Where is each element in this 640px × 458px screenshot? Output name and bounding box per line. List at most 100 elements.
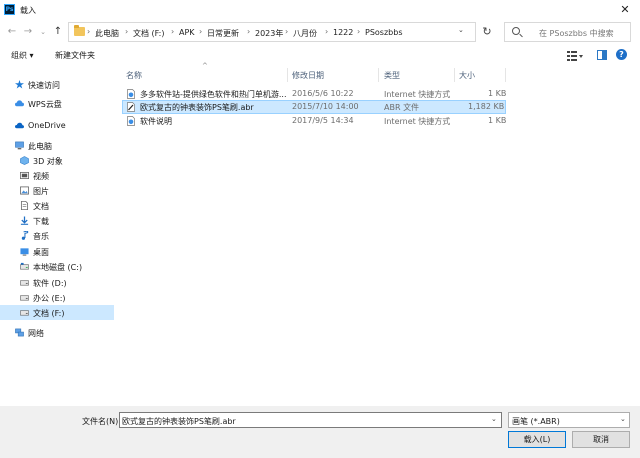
document-icon xyxy=(20,201,29,210)
cancel-button[interactable]: 取消 xyxy=(572,431,630,448)
breadcrumb-item[interactable]: 日常更新 xyxy=(207,28,239,39)
sidebar-item-3d-objects[interactable]: 3D 对象 xyxy=(0,153,114,168)
chevron-down-icon[interactable]: ⌄ xyxy=(620,415,626,423)
video-icon xyxy=(20,171,29,180)
refresh-button[interactable]: ↻ xyxy=(478,22,496,42)
change-view-button[interactable] xyxy=(567,50,583,61)
file-type: Internet 快捷方式 xyxy=(384,117,451,126)
breadcrumb-separator: › xyxy=(125,27,129,36)
sidebar-item-network[interactable]: 网络 xyxy=(0,325,114,340)
sidebar-item-label: OneDrive xyxy=(28,121,66,130)
breadcrumb-separator: › xyxy=(247,27,251,36)
file-row[interactable]: 软件说明 2017/9/5 14:34 Internet 快捷方式 1 KB xyxy=(122,114,506,128)
file-row-selected[interactable]: 欧式复古的钟表装饰PS笔刷.abr 2015/7/10 14:00 ABR 文件… xyxy=(122,100,506,114)
breadcrumb-item[interactable]: 1222 xyxy=(333,28,353,37)
sidebar-item-documents[interactable]: 文档 xyxy=(0,198,114,213)
window-title: 载入 xyxy=(20,6,36,15)
desktop-icon xyxy=(20,248,29,256)
photoshop-icon: Ps xyxy=(4,4,15,15)
drive-icon xyxy=(20,262,29,270)
filename-field[interactable]: 欧式复古的钟表装饰PS笔刷.abr xyxy=(119,412,502,428)
new-folder-button[interactable]: 新建文件夹 xyxy=(55,50,95,61)
sidebar-item-label: 文档 (F:) xyxy=(33,309,65,318)
close-button[interactable]: ✕ xyxy=(617,3,633,17)
column-divider[interactable] xyxy=(505,68,506,82)
forward-button[interactable]: → xyxy=(22,25,34,39)
file-name: 多多软件站-提供绿色软件和热门单机游... xyxy=(140,90,287,99)
sidebar-item-onedrive[interactable]: OneDrive xyxy=(0,118,114,133)
folder-icon xyxy=(74,25,85,36)
sidebar-item-this-pc[interactable]: 此电脑 xyxy=(0,138,114,153)
breadcrumb-item[interactable]: 2023年 xyxy=(255,28,283,39)
column-header-type[interactable]: 类型 xyxy=(384,70,400,81)
abr-file-icon xyxy=(127,102,135,112)
sidebar-item-desktop[interactable]: 桌面 xyxy=(0,244,114,259)
breadcrumb-item[interactable]: 此电脑 xyxy=(95,28,119,39)
file-size: 1,182 KB xyxy=(468,102,505,111)
onedrive-icon xyxy=(15,122,24,129)
address-dropdown-chevron-icon[interactable]: ⌄ xyxy=(458,26,464,34)
search-icon xyxy=(512,27,520,35)
sidebar-item-drive-d[interactable]: 软件 (D:) xyxy=(0,275,114,290)
organize-button[interactable]: 组织 ▾ xyxy=(11,50,34,61)
back-button[interactable]: ← xyxy=(6,25,18,39)
drive-icon xyxy=(20,310,29,316)
file-name: 欧式复古的钟表装饰PS笔刷.abr xyxy=(140,103,254,112)
load-button[interactable]: 载入(L) xyxy=(508,431,566,448)
column-divider[interactable] xyxy=(454,68,455,82)
sidebar-item-label: 3D 对象 xyxy=(33,157,63,166)
column-divider[interactable] xyxy=(378,68,379,82)
picture-icon xyxy=(20,186,29,195)
network-icon xyxy=(15,328,24,337)
breadcrumb-separator: › xyxy=(325,27,329,36)
sidebar-item-videos[interactable]: 视频 xyxy=(0,168,114,183)
computer-icon xyxy=(15,141,24,150)
file-type: ABR 文件 xyxy=(384,103,420,112)
sidebar-item-label: 软件 (D:) xyxy=(33,279,67,288)
breadcrumb-separator: › xyxy=(285,27,289,36)
address-bar[interactable]: › 此电脑 › 文档 (F:) › APK › 日常更新 › 2023年 › 八… xyxy=(68,22,476,42)
help-button[interactable]: ? xyxy=(616,49,627,60)
sidebar-item-label: 本地磁盘 (C:) xyxy=(33,263,83,272)
breadcrumb-item[interactable]: APK xyxy=(179,28,195,37)
sidebar-item-music[interactable]: 音乐 xyxy=(0,228,114,243)
up-button[interactable]: ↑ xyxy=(52,25,64,39)
breadcrumb-item[interactable]: PSoszbbs xyxy=(365,28,403,37)
sidebar-item-label: 快速访问 xyxy=(28,81,60,90)
cube-icon xyxy=(20,156,29,165)
file-size: 1 KB xyxy=(488,89,507,98)
sidebar-item-downloads[interactable]: 下载 xyxy=(0,213,114,228)
preview-pane-button[interactable] xyxy=(597,50,607,60)
file-type: Internet 快捷方式 xyxy=(384,90,451,99)
breadcrumb-item[interactable]: 文档 (F:) xyxy=(133,28,164,39)
sidebar-item-label: WPS云盘 xyxy=(28,100,62,109)
sidebar-item-drive-e[interactable]: 办公 (E:) xyxy=(0,290,114,305)
view-options-icon xyxy=(567,51,583,61)
sidebar-item-drive-c[interactable]: 本地磁盘 (C:) xyxy=(0,259,114,274)
sidebar-item-drive-f[interactable]: 文档 (F:) xyxy=(0,305,114,320)
music-icon xyxy=(21,231,29,240)
sidebar-item-label: 图片 xyxy=(33,187,49,196)
column-header-date[interactable]: 修改日期 xyxy=(292,70,324,81)
sidebar-item-wps-cloud[interactable]: WPS云盘 xyxy=(0,96,114,111)
internet-shortcut-icon xyxy=(127,116,135,126)
download-icon xyxy=(20,216,29,225)
search-placeholder: 在 PSoszbbs 中搜索 xyxy=(539,29,614,38)
filename-history-chevron-icon[interactable]: ⌄ xyxy=(491,415,497,423)
filetype-select[interactable]: 画笔 (*.ABR) xyxy=(508,412,630,428)
navigation-scrollbar[interactable] xyxy=(114,66,118,406)
internet-shortcut-icon xyxy=(127,89,135,99)
column-header-size[interactable]: 大小 xyxy=(459,70,475,81)
sidebar-item-label: 下载 xyxy=(33,217,49,226)
file-row[interactable]: 多多软件站-提供绿色软件和热门单机游... 2016/5/6 10:22 Int… xyxy=(122,87,506,101)
sidebar-item-quick-access[interactable]: 快速访问 xyxy=(0,77,114,92)
sidebar-item-pictures[interactable]: 图片 xyxy=(0,183,114,198)
breadcrumb-item[interactable]: 八月份 xyxy=(293,28,317,39)
drive-icon xyxy=(20,280,29,286)
search-input[interactable]: 在 PSoszbbs 中搜索 xyxy=(504,22,631,42)
recent-locations-dropdown[interactable]: ⌄ xyxy=(37,25,49,39)
column-header-name[interactable]: 名称 xyxy=(126,70,142,81)
column-divider[interactable] xyxy=(287,68,288,82)
drive-icon xyxy=(20,295,29,301)
command-toolbar: 组织 ▾ 新建文件夹 ? xyxy=(0,47,640,65)
